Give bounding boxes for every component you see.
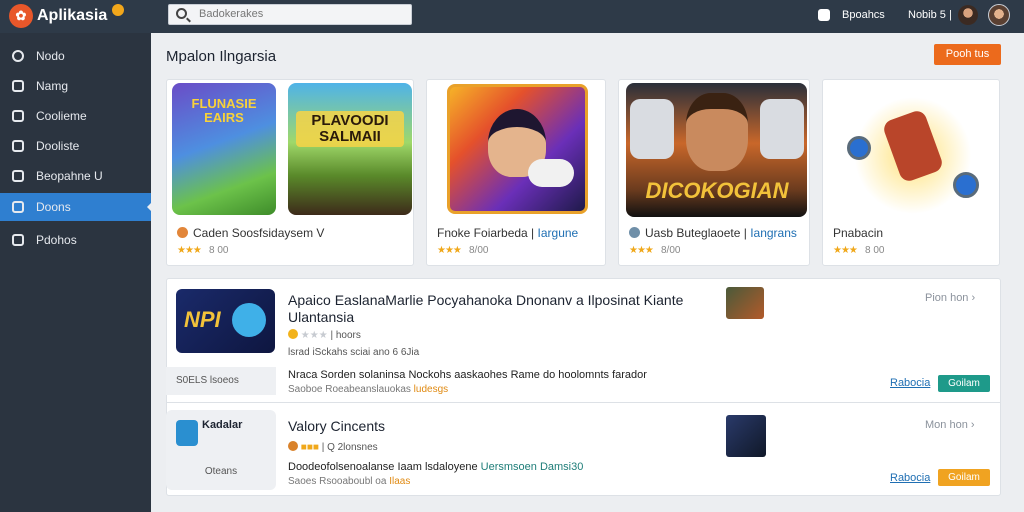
gamepad-icon xyxy=(630,99,674,159)
app-card[interactable]: Fnoke Foiarbeda | Iargune ★★★ 8/00 xyxy=(426,79,606,266)
robot-icon xyxy=(881,108,945,184)
row-tags: Saoboe Roeabeanslauokas ludesgs xyxy=(288,384,449,395)
thumbnail-caption: DICOKOGIAN xyxy=(645,178,789,203)
rating-stars: ★★★ xyxy=(437,245,462,256)
screenshot-thumbnail[interactable] xyxy=(726,287,764,319)
sidebar-item-pdohos[interactable]: Pdohos xyxy=(0,226,151,254)
clock-icon xyxy=(12,50,24,62)
sidebar-item-label: Pdohos xyxy=(36,233,77,247)
search-icon xyxy=(176,8,187,19)
row-tags: Saoes Rsooaboubl oa Ilaas xyxy=(288,476,411,487)
sidebar-item-beopahne[interactable]: Beopahne U xyxy=(0,162,151,190)
shield-icon xyxy=(176,420,198,446)
sidebar-item-coolieme[interactable]: Coolieme xyxy=(0,102,151,130)
search-placeholder: Badokerakes xyxy=(199,8,264,20)
search-input[interactable]: Badokerakes xyxy=(168,4,412,25)
header-link-a[interactable]: Bpoahcs xyxy=(842,9,885,21)
top-bar: ✿ Aplikasia Badokerakes Bpoahcs Nobib 5 … xyxy=(0,0,1024,33)
app-title[interactable]: Aplikasia xyxy=(37,7,107,25)
tool-icon xyxy=(12,234,24,246)
thumbnail-caption: PLAVOODI SALMAII xyxy=(296,111,404,147)
logo-icon xyxy=(232,303,266,337)
user-avatar[interactable] xyxy=(988,4,1010,26)
card-title[interactable]: Fnoke Foiarbeda | Iargune xyxy=(437,226,578,240)
rating-value: 8/00 xyxy=(661,245,681,256)
sidebar-item-dooliste[interactable]: Dooliste xyxy=(0,132,151,160)
character-icon xyxy=(686,93,748,171)
row-rating: ■■■ | Q 2lonsnes xyxy=(288,441,378,453)
notification-icon[interactable] xyxy=(818,9,830,21)
thumbnail-caption: FLUNASIE EAIRS xyxy=(191,96,257,125)
details-link[interactable]: Rabocia xyxy=(890,377,930,389)
app-card[interactable]: DICOKOGIAN Uasb Buteglaoete | Iangrans ★… xyxy=(618,79,810,266)
chevron-right-icon: › xyxy=(971,292,976,304)
sidebar-item-label: Nodo xyxy=(36,49,65,63)
row-divider xyxy=(166,402,1001,403)
row-title[interactable]: Valory Cincents xyxy=(288,418,385,434)
sidebar-item-label: Dooliste xyxy=(36,139,80,153)
row-rating: ★★★ | hoors xyxy=(288,329,361,341)
gamepad-icon xyxy=(528,159,574,187)
row-description: Nraca Sorden solaninsa Nockohs aaskaohes… xyxy=(288,369,647,381)
thumbnail-footer: Oteans xyxy=(204,466,238,477)
row-description: Doodeofolsenoalanse Iaam lsdaloyene Uers… xyxy=(288,461,584,473)
card-title[interactable]: Pnabacin xyxy=(833,226,883,240)
rating-value: 8 00 xyxy=(865,245,885,256)
thumbnail-caption: NPI xyxy=(184,307,221,332)
sidebar-item-label: Coolieme xyxy=(36,109,87,123)
app-thumbnail[interactable]: PLAVOODI SALMAII xyxy=(288,83,412,215)
home-icon xyxy=(12,80,24,92)
gamepad-icon xyxy=(760,99,804,159)
rating-stars: ★★★ xyxy=(177,245,202,256)
sidebar-item-doons[interactable]: Doons xyxy=(0,193,152,221)
rating-value: 8/00 xyxy=(469,245,489,256)
details-link[interactable]: Rabocia xyxy=(890,472,930,484)
list-icon xyxy=(12,140,24,152)
app-thumbnail[interactable] xyxy=(835,84,991,214)
primary-button[interactable]: Pooh tus xyxy=(934,44,1001,65)
thumbnail-caption: Kadalar xyxy=(202,419,243,431)
sidebar: Nodo Namg Coolieme Dooliste Beopahne U D… xyxy=(0,33,152,512)
avatar[interactable] xyxy=(958,5,978,25)
logo-badge-icon xyxy=(112,4,124,16)
screenshot-thumbnail[interactable] xyxy=(726,415,766,457)
more-link[interactable]: Mon hon › xyxy=(925,419,975,431)
card-title[interactable]: Uasb Buteglaoete | Iangrans xyxy=(645,226,797,240)
row-meta: lsrad iSckahs sciai ano 6 6Jia xyxy=(288,347,420,358)
rating-value: 8 00 xyxy=(209,245,229,256)
box-icon xyxy=(12,110,24,122)
install-button[interactable]: Goilam xyxy=(938,469,990,486)
pin-icon xyxy=(12,201,24,213)
app-icon xyxy=(629,227,640,238)
coin-icon xyxy=(288,329,298,339)
device-icon xyxy=(12,170,24,182)
app-thumbnail[interactable]: FLUNASIE EAIRS xyxy=(172,83,276,215)
app-thumbnail[interactable]: DICOKOGIAN xyxy=(626,83,807,217)
chevron-right-icon: › xyxy=(970,419,975,431)
app-thumbnail[interactable] xyxy=(447,84,588,214)
rating-stars: ★★★ xyxy=(833,245,858,256)
sidebar-item-label: Doons xyxy=(36,200,71,214)
rating-stars: ★★★ xyxy=(629,245,654,256)
header-link-b[interactable]: Nobib 5 | xyxy=(908,9,952,21)
app-icon xyxy=(177,227,188,238)
card-title[interactable]: Caden Soosfsidaysem V xyxy=(193,226,324,240)
coin-icon xyxy=(288,441,298,451)
orb-icon xyxy=(953,172,979,198)
install-button[interactable]: Goilam xyxy=(938,375,990,392)
app-card[interactable]: FLUNASIE EAIRS PLAVOODI SALMAII Caden So… xyxy=(166,79,414,266)
sidebar-item-label: Namg xyxy=(36,79,69,93)
thumbnail-footer: S0ELS lsoeos xyxy=(166,367,276,395)
app-card[interactable]: Pnabacin ★★★ 8 00 xyxy=(822,79,1000,266)
sidebar-item-label: Beopahne U xyxy=(36,169,103,183)
app-thumbnail[interactable]: Kadalar Oteans xyxy=(166,410,276,490)
page-title: Mpalon Ilngarsia xyxy=(166,48,277,65)
more-link[interactable]: Pion hon › xyxy=(925,292,975,304)
sidebar-item-namg[interactable]: Namg xyxy=(0,72,151,100)
logo-icon[interactable]: ✿ xyxy=(9,4,33,28)
sidebar-item-nodo[interactable]: Nodo xyxy=(0,42,151,70)
app-thumbnail[interactable]: NPI xyxy=(176,289,275,353)
orb-icon xyxy=(847,136,871,160)
row-title[interactable]: Apaico EaslanaMarlie Pocyahanoka Dnonanv… xyxy=(288,292,708,326)
